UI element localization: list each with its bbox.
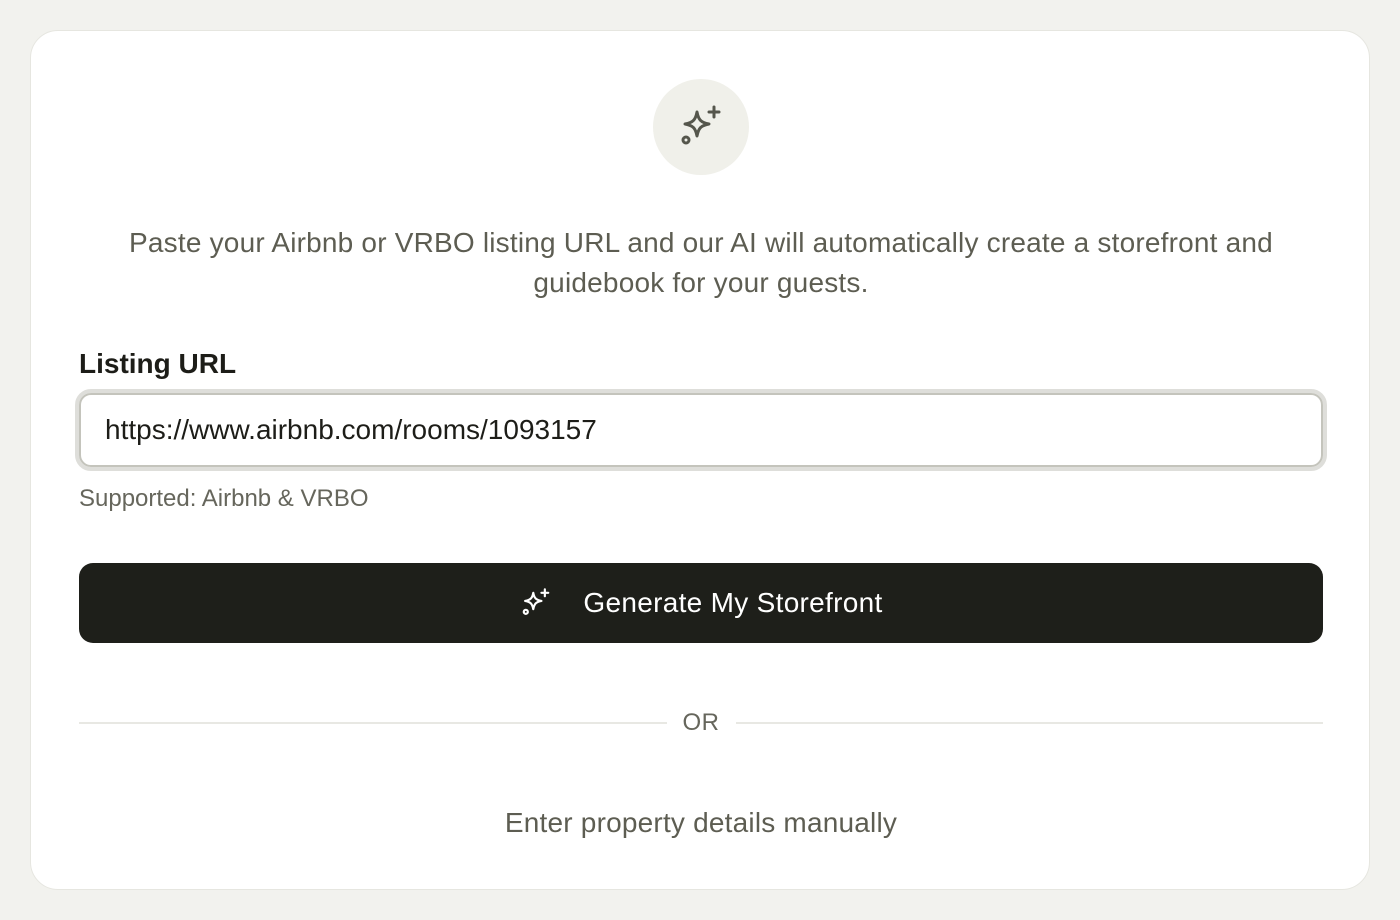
sparkles-icon: [519, 586, 553, 620]
or-divider: OR: [79, 703, 1323, 743]
sparkles-icon: [676, 102, 726, 152]
storefront-card: Paste your Airbnb or VRBO listing URL an…: [30, 30, 1370, 890]
divider-line-left: [79, 722, 667, 724]
sparkles-badge: [653, 79, 749, 175]
intro-text: Paste your Airbnb or VRBO listing URL an…: [129, 227, 1273, 298]
listing-url-input[interactable]: [79, 393, 1323, 467]
listing-url-field: [75, 389, 1327, 471]
divider-line-right: [735, 722, 1323, 724]
generate-storefront-label: Generate My Storefront: [583, 587, 883, 618]
supported-platforms-hint: Supported: Airbnb & VRBO: [79, 485, 369, 512]
manual-entry-link[interactable]: Enter property details manually: [79, 803, 1323, 843]
listing-url-label: Listing URL: [79, 348, 237, 379]
generate-storefront-button[interactable]: Generate My Storefront: [79, 563, 1323, 643]
or-text: OR: [682, 709, 720, 736]
